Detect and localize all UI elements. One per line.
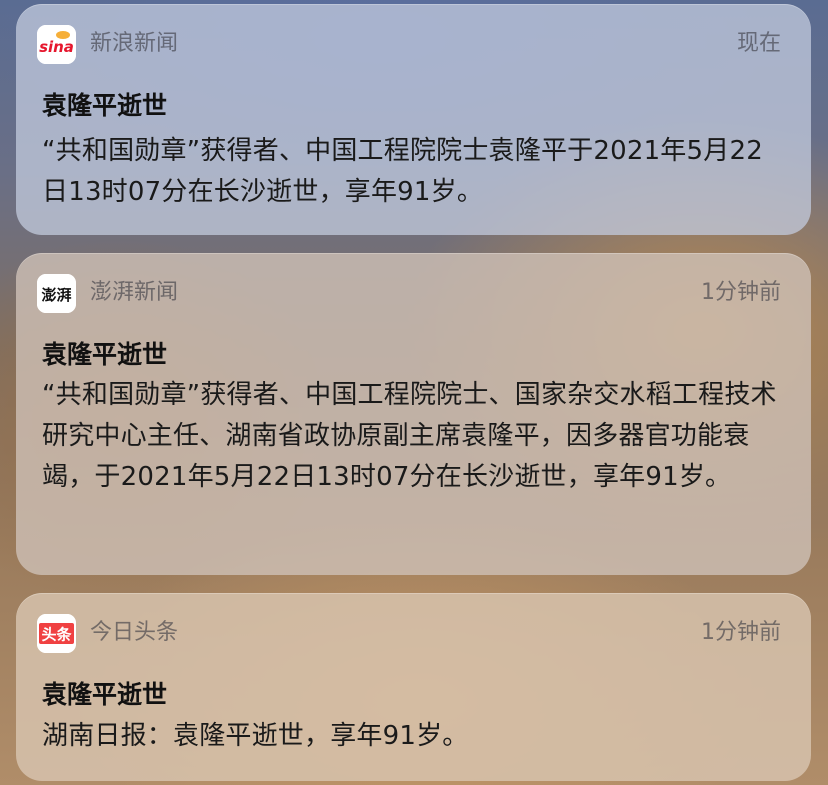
app-name: 今日头条 <box>90 620 179 645</box>
notification-card-the-paper[interactable]: 澎湃 澎湃新闻 1分钟前 袁隆平逝世 “共和国勋章”获得者、中国工程院院士、国家… <box>16 253 811 575</box>
notification-body: “共和国勋章”获得者、中国工程院院士、国家杂交水稻工程技术研究中心主任、湖南省政… <box>42 380 777 492</box>
notification-header: 头条 今日头条 1分钟前 <box>16 593 811 671</box>
notification-card-sina-news[interactable]: sina 新浪新闻 现在 袁隆平逝世 “共和国勋章”获得者、中国工程院院士袁隆平… <box>16 4 811 235</box>
notification-time: 1分钟前 <box>701 280 781 305</box>
the-paper-app-icon: 澎湃 <box>37 274 76 313</box>
notification-time: 1分钟前 <box>701 620 781 645</box>
notification-title: 袁隆平逝世 <box>42 340 168 369</box>
sina-news-app-icon: sina <box>37 25 76 64</box>
notification-header: sina 新浪新闻 现在 <box>16 4 811 82</box>
the-paper-logo-text: 澎湃 <box>41 286 71 304</box>
toutiao-app-icon: 头条 <box>37 614 76 653</box>
app-name: 新浪新闻 <box>90 31 179 56</box>
notification-title: 袁隆平逝世 <box>42 680 168 709</box>
notification-body: 湖南日报：袁隆平逝世，享年91岁。 <box>42 721 469 751</box>
notification-card-toutiao[interactable]: 头条 今日头条 1分钟前 袁隆平逝世 湖南日报：袁隆平逝世，享年91岁。 <box>16 593 811 781</box>
app-name: 澎湃新闻 <box>90 280 179 305</box>
toutiao-logo-text: 头条 <box>41 626 72 644</box>
notification-time: 现在 <box>736 31 781 56</box>
notification-header: 澎湃 澎湃新闻 1分钟前 <box>16 253 811 331</box>
sina-logo-text: sina <box>39 38 74 56</box>
notification-body: “共和国勋章”获得者、中国工程院院士袁隆平于2021年5月22日13时07分在长… <box>42 136 763 207</box>
notification-title: 袁隆平逝世 <box>42 91 168 120</box>
